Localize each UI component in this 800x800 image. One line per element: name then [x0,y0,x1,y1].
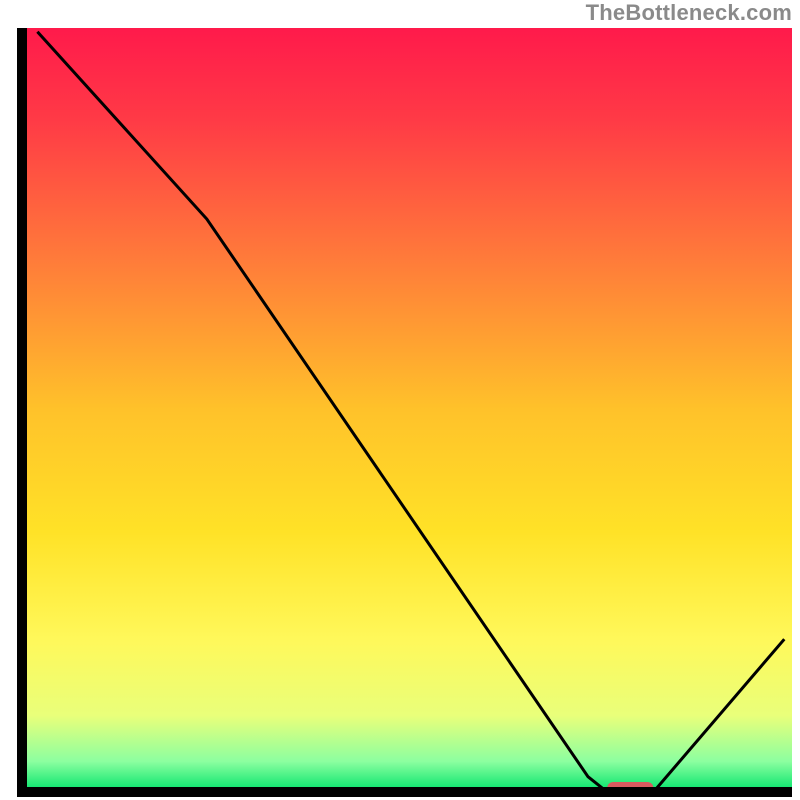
chart-container: { "watermark": "TheBottleneck.com", "cha… [0,0,800,800]
bottleneck-chart [0,0,800,800]
